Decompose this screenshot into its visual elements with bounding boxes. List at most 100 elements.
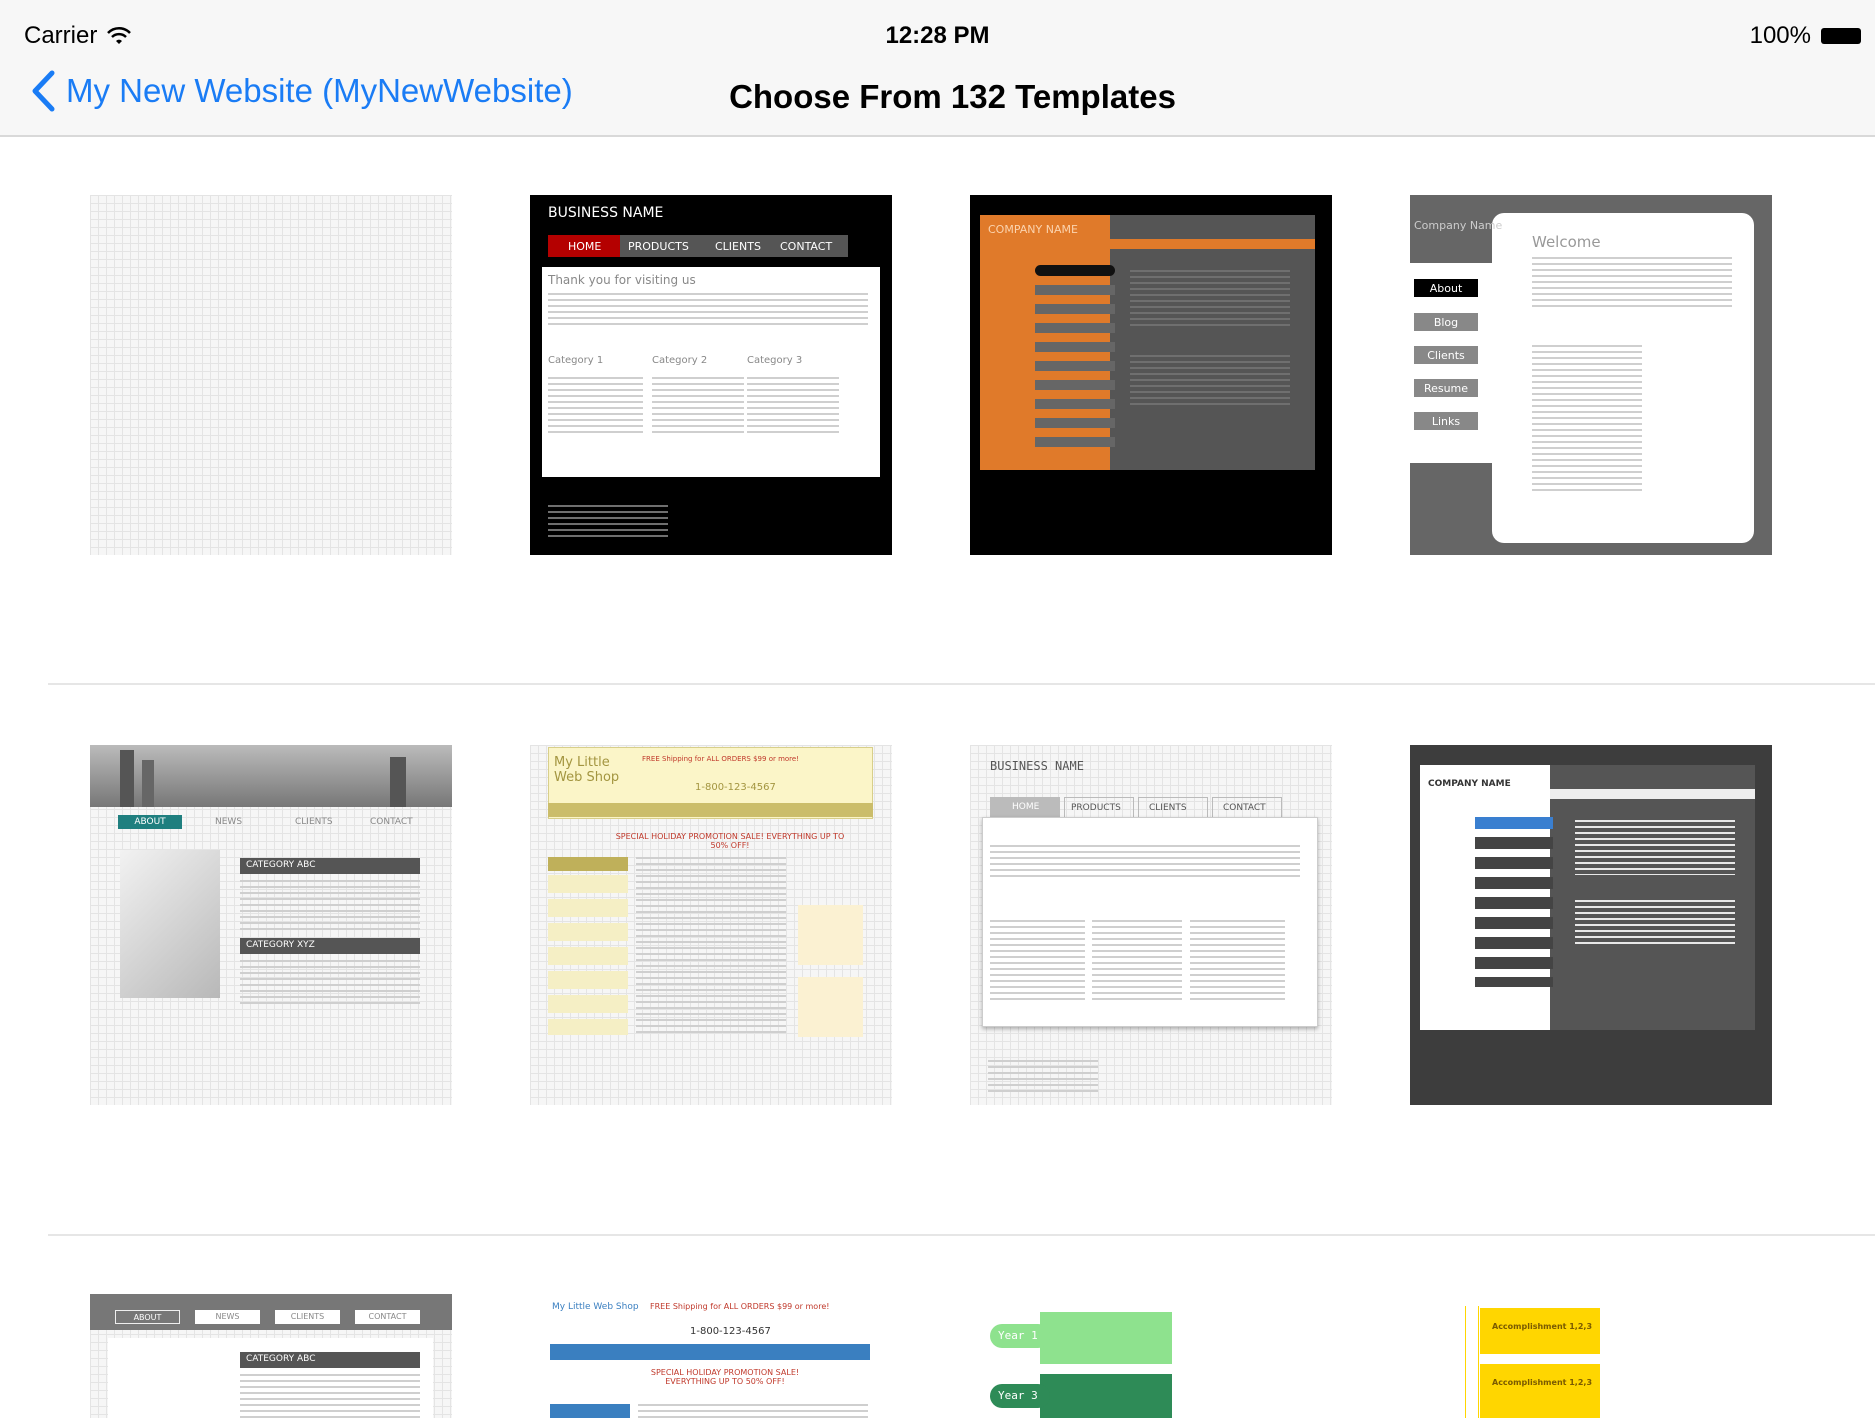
template-thumbnail-charcoal-company[interactable]: COMPANY NAME xyxy=(1410,745,1772,1105)
template-timeline-card xyxy=(1040,1374,1172,1418)
template-menu-item xyxy=(550,1404,630,1418)
back-button[interactable]: My New Website (MyNewWebsite) xyxy=(30,70,573,112)
template-category: Category 1 xyxy=(548,355,604,366)
template-text-lines xyxy=(1532,345,1642,495)
template-text-lines xyxy=(652,377,744,437)
template-tab: CONTACT xyxy=(780,240,833,253)
template-menu-item: Resume xyxy=(1414,379,1478,397)
template-brand: COMPANY NAME xyxy=(988,223,1078,236)
template-thumbnail-business-dark[interactable]: BUSINESS NAME HOME PRODUCTS CLIENTS CONT… xyxy=(530,195,892,555)
page-title: Choose From 132 Templates xyxy=(729,78,1176,115)
template-thumbnail-green-timeline[interactable]: Year 1 Year 3 xyxy=(970,1294,1332,1418)
template-text-lines xyxy=(1130,270,1290,330)
template-category: CATEGORY ABC xyxy=(240,1352,420,1368)
template-building xyxy=(120,750,134,807)
template-text-lines xyxy=(1092,920,1182,1000)
template-text-lines xyxy=(1190,920,1285,1000)
template-timeline-card xyxy=(1040,1312,1172,1364)
template-thumbnail-web-shop-blue[interactable]: My Little Web Shop FREE Shipping for ALL… xyxy=(530,1294,892,1418)
template-stripe xyxy=(1110,239,1315,249)
template-thumbnail-business-light[interactable]: BUSINESS NAME HOME PRODUCTS CLIENTS CONT… xyxy=(970,745,1332,1105)
template-text-lines xyxy=(240,880,420,930)
template-product-card xyxy=(798,977,863,1037)
template-heading: Welcome xyxy=(1532,233,1601,251)
carrier-label: Carrier xyxy=(24,22,98,49)
template-category: CATEGORY ABC xyxy=(240,858,420,874)
template-thumbnail-yellow-accomplishments[interactable]: Accomplishment 1,2,3 Accomplishment 1,2,… xyxy=(1410,1294,1772,1418)
template-tab: NEWS xyxy=(215,817,243,827)
template-content-panel xyxy=(1110,215,1315,470)
template-brand: BUSINESS NAME xyxy=(548,205,664,221)
template-text-lines xyxy=(1575,900,1735,945)
template-tab: CONTACT xyxy=(370,817,413,827)
template-footer-lines xyxy=(988,1060,1098,1096)
template-menu-item xyxy=(548,857,628,871)
status-time: 12:28 PM xyxy=(885,22,990,49)
template-sale: SPECIAL HOLIDAY PROMOTION SALE! EVERYTHI… xyxy=(615,832,845,850)
template-tab: CLIENTS xyxy=(275,1310,340,1324)
template-menu-item: About xyxy=(1414,279,1478,297)
template-product-card xyxy=(798,905,863,965)
template-tab: NEWS xyxy=(195,1310,260,1324)
template-menu-item: Clients xyxy=(1414,346,1478,364)
back-button-label: My New Website (MyNewWebsite) xyxy=(66,72,573,109)
template-phone: 1-800-123-4567 xyxy=(690,1326,771,1337)
template-tab: PRODUCTS xyxy=(1064,797,1134,819)
template-tab: CLIENTS xyxy=(295,817,333,827)
template-tab: CONTACT xyxy=(355,1310,420,1324)
battery-icon xyxy=(1821,28,1861,44)
template-timeline-line xyxy=(1465,1306,1479,1418)
template-category: Category 2 xyxy=(652,355,708,366)
template-menu-list xyxy=(548,875,628,1035)
template-thumbnail-little-web-shop[interactable]: My Little Web Shop FREE Shipping for ALL… xyxy=(530,745,892,1105)
template-year-badge: Year 3 xyxy=(990,1384,1050,1408)
template-text-lines xyxy=(240,1374,420,1418)
template-text-lines xyxy=(1532,257,1732,307)
template-tab: HOME xyxy=(990,797,1060,819)
template-tab: HOME xyxy=(548,235,620,257)
template-building xyxy=(390,757,406,807)
template-nav-bar xyxy=(550,1344,870,1360)
template-year-badge: Year 1 xyxy=(990,1324,1050,1348)
template-text-lines xyxy=(240,960,420,1005)
template-brand: Company Name xyxy=(1414,219,1503,232)
template-nav-bar xyxy=(548,803,873,817)
template-brand: My Little Web Shop xyxy=(552,1302,639,1312)
template-thumbnail-city-photo[interactable]: ABOUT NEWS CLIENTS CONTACT CATEGORY ABC … xyxy=(90,745,452,1105)
template-menu-item xyxy=(1475,817,1553,829)
template-text-lines xyxy=(1130,355,1290,405)
template-thumbnail-blank[interactable] xyxy=(90,195,452,555)
template-text-lines xyxy=(548,377,643,437)
template-text-lines xyxy=(636,857,786,1037)
template-text-lines xyxy=(990,845,1300,877)
template-menu-list xyxy=(1475,837,1553,987)
template-tab: CLIENTS xyxy=(1138,797,1208,819)
template-footer-lines xyxy=(548,505,668,539)
template-thumbnail-gray-tabs[interactable]: ABOUT NEWS CLIENTS CONTACT CATEGORY ABC xyxy=(90,1294,452,1418)
template-phone: 1-800-123-4567 xyxy=(695,782,776,793)
template-text-lines xyxy=(1575,820,1735,875)
template-accomplishment-card: Accomplishment 1,2,3 xyxy=(1480,1308,1600,1354)
template-tab: CONTACT xyxy=(1212,797,1282,819)
template-content-panel: Thank you for visiting us Category 1 Cat… xyxy=(542,267,880,477)
template-thumbnail-gray-welcome[interactable]: Company Name Welcome About Blog Clients … xyxy=(1410,195,1772,555)
template-menu-list xyxy=(1035,285,1115,455)
row-separator xyxy=(48,683,1875,685)
template-heading: Thank you for visiting us xyxy=(548,273,696,287)
template-accomplishment-card: Accomplishment 1,2,3 xyxy=(1480,1364,1600,1418)
template-menu-item: Blog xyxy=(1414,313,1478,331)
battery-label: 100% xyxy=(1749,22,1811,49)
template-text-lines xyxy=(638,1404,868,1418)
template-menu-item xyxy=(1035,265,1115,276)
template-tab: CLIENTS xyxy=(715,240,761,253)
chevron-left-icon xyxy=(32,70,55,112)
wifi-icon xyxy=(107,26,132,44)
template-menu-item: Links xyxy=(1414,412,1478,430)
status-carrier: Carrier xyxy=(24,22,132,50)
template-category: CATEGORY XYZ xyxy=(240,938,420,954)
template-brand: My Little Web Shop xyxy=(554,755,620,785)
status-battery: 100% xyxy=(1750,22,1861,50)
template-brand: COMPANY NAME xyxy=(1428,779,1511,789)
template-thumbnail-orange-company[interactable]: COMPANY NAME xyxy=(970,195,1332,555)
template-brand: BUSINESS NAME xyxy=(990,759,1084,773)
